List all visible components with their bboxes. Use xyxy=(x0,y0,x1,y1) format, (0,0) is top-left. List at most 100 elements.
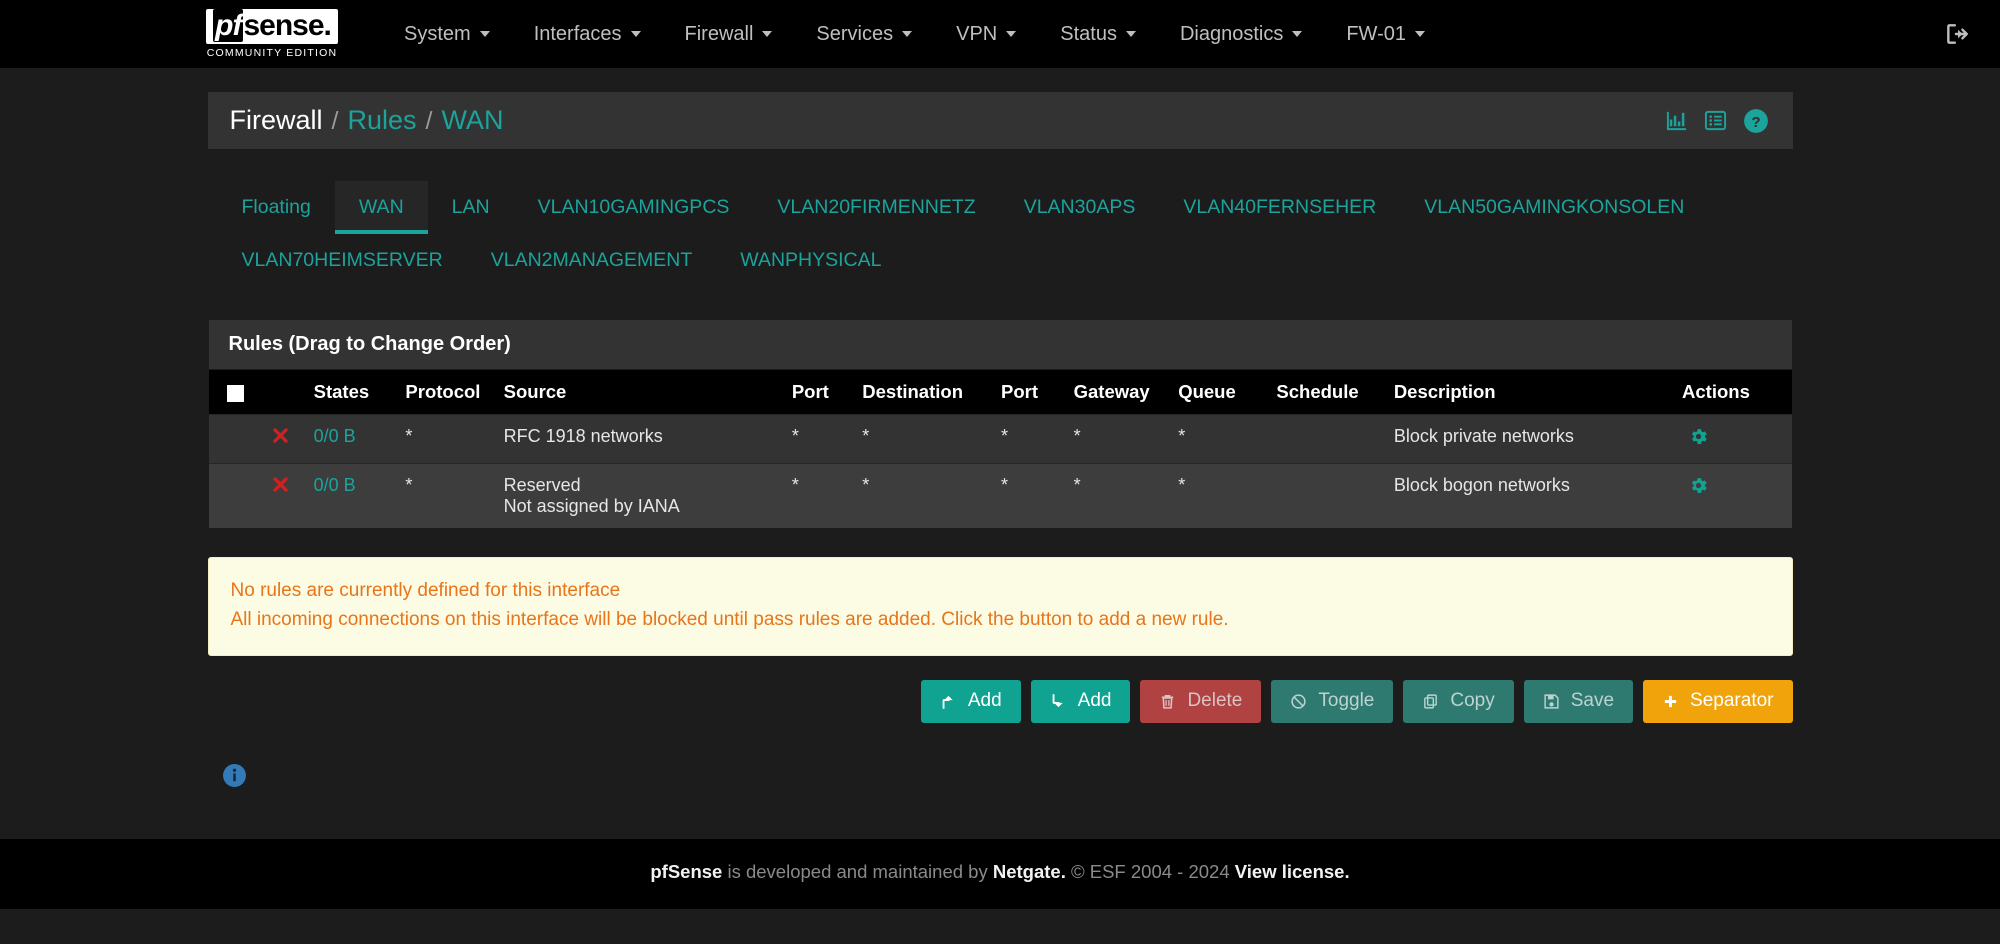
svg-text:?: ? xyxy=(1751,113,1760,130)
breadcrumb: Firewall / Rules / WAN xyxy=(230,105,504,136)
legend-info-row xyxy=(208,763,1793,793)
list-icon[interactable] xyxy=(1704,109,1727,132)
rule-states-cell: 0/0 B xyxy=(305,463,398,528)
table-row[interactable]: 0/0 B * Reserved Not assigned by IANA * … xyxy=(208,463,1792,528)
footer-company: Netgate. xyxy=(992,860,1066,882)
tab-vlan30aps[interactable]: VLAN30APS xyxy=(1000,181,1160,234)
column-header-action-icon xyxy=(254,370,306,415)
alert-line-2: All incoming connections on this interfa… xyxy=(230,609,1229,631)
nav-item-diagnostics[interactable]: Diagnostics xyxy=(1158,13,1324,56)
rule-source-cell: Reserved Not assigned by IANA xyxy=(495,463,784,528)
rule-destination-cell: * xyxy=(854,463,994,528)
rule-dest-port-cell: * xyxy=(993,414,1066,464)
add-rule-bottom-button[interactable]: Add xyxy=(1030,679,1131,723)
nav-item-interfaces[interactable]: Interfaces xyxy=(512,13,663,56)
column-header-actions: Actions xyxy=(1674,370,1792,415)
select-all-checkbox[interactable] xyxy=(226,384,244,402)
nav-label: VPN xyxy=(956,22,998,45)
nav-label: Diagnostics xyxy=(1179,22,1284,45)
add-rule-top-button[interactable]: Add xyxy=(920,679,1021,723)
gear-icon[interactable] xyxy=(1688,475,1709,496)
panel-title: Rules (Drag to Change Order) xyxy=(208,320,1792,370)
help-icon[interactable]: ? xyxy=(1743,108,1769,134)
nav-item-vpn[interactable]: VPN xyxy=(934,13,1038,56)
rule-schedule-cell xyxy=(1268,414,1386,464)
rule-queue-cell: * xyxy=(1170,463,1269,528)
tab-vlan50gamingkonsolen[interactable]: VLAN50GAMINGKONSOLEN xyxy=(1400,181,1708,234)
tab-floating[interactable]: Floating xyxy=(218,181,335,234)
tab-vlan40fernseher[interactable]: VLAN40FERNSEHER xyxy=(1159,181,1400,234)
nav-label: Interfaces xyxy=(533,22,622,45)
rule-destination-cell: * xyxy=(854,414,994,464)
chevron-down-icon xyxy=(1006,31,1017,37)
nav-item-services[interactable]: Services xyxy=(794,13,934,56)
table-row[interactable]: 0/0 B * RFC 1918 networks * * * * * Bloc… xyxy=(208,414,1792,464)
rule-actions-cell xyxy=(1674,463,1792,528)
nav-item-status[interactable]: Status xyxy=(1038,13,1158,56)
save-button[interactable]: Save xyxy=(1523,679,1634,723)
nav-item-firewall-host[interactable]: FW-01 xyxy=(1324,13,1447,56)
chevron-down-icon xyxy=(479,31,490,37)
arrow-up-icon xyxy=(942,695,953,709)
content-container: Firewall / Rules / WAN ? Floating WAN LA… xyxy=(207,68,1793,793)
rule-protocol-cell: * xyxy=(397,414,496,464)
view-license-link[interactable]: View license. xyxy=(1235,861,1350,882)
chevron-down-icon xyxy=(1292,31,1303,37)
rule-source-port-cell: * xyxy=(783,414,855,464)
footer-product: pfSense xyxy=(650,860,723,882)
tab-vlan10gamingpcs[interactable]: VLAN10GAMINGPCS xyxy=(514,181,754,234)
delete-button[interactable]: Delete xyxy=(1140,679,1262,723)
row-checkbox-cell xyxy=(208,414,255,464)
column-header-source: Source xyxy=(495,370,784,415)
tab-wan[interactable]: WAN xyxy=(334,181,428,234)
logout-button[interactable] xyxy=(1944,21,1970,47)
gear-icon[interactable] xyxy=(1688,426,1709,447)
column-header-description: Description xyxy=(1385,370,1675,415)
chevron-down-icon xyxy=(630,31,641,37)
rule-protocol-cell: * xyxy=(397,463,496,528)
tab-vlan2management[interactable]: VLAN2MANAGEMENT xyxy=(467,234,717,287)
chart-icon[interactable] xyxy=(1665,109,1688,132)
save-icon xyxy=(1544,694,1559,709)
tab-wanphysical[interactable]: WANPHYSICAL xyxy=(716,234,905,287)
page-footer: pfSense is developed and maintained by N… xyxy=(0,838,2000,909)
toggle-button[interactable]: Toggle xyxy=(1271,679,1394,723)
rule-source-port-cell: * xyxy=(783,463,855,528)
states-value[interactable]: 0/0 B xyxy=(314,475,356,495)
arrow-down-icon xyxy=(1052,693,1063,707)
column-header-protocol: Protocol xyxy=(397,370,496,415)
brand-pf: pf xyxy=(213,8,244,42)
pfsense-logo[interactable]: pfsense. COMMUNITY EDITION xyxy=(196,8,348,59)
tab-lan[interactable]: LAN xyxy=(428,181,514,234)
nav-item-firewall[interactable]: Firewall xyxy=(663,13,795,56)
page-header: Firewall / Rules / WAN ? xyxy=(207,92,1793,149)
tab-vlan20firmennetz[interactable]: VLAN20FIRMENNETZ xyxy=(753,181,999,234)
column-header-schedule: Schedule xyxy=(1268,370,1386,415)
source-line1: RFC 1918 networks xyxy=(503,426,663,446)
plus-icon xyxy=(1664,695,1677,707)
alert-line-1: No rules are currently defined for this … xyxy=(230,580,621,601)
top-navbar: pfsense. COMMUNITY EDITION System Interf… xyxy=(0,0,2000,68)
breadcrumb-firewall: Firewall xyxy=(229,105,323,135)
source-line1: Reserved xyxy=(503,475,581,495)
breadcrumb-wan[interactable]: WAN xyxy=(441,105,503,136)
copy-button[interactable]: Copy xyxy=(1403,679,1514,723)
header-icon-group: ? xyxy=(1665,108,1769,134)
nav-label: Firewall xyxy=(684,22,754,45)
button-label: Save xyxy=(1570,689,1615,711)
nav-label: FW-01 xyxy=(1346,22,1406,45)
logout-icon xyxy=(1947,24,1968,44)
action-button-bar: Add Add Delete Toggle Copy Save Separato… xyxy=(208,679,1793,723)
separator-button[interactable]: Separator xyxy=(1643,679,1793,723)
chevron-down-icon xyxy=(902,31,913,37)
nav-label: System xyxy=(404,22,471,45)
breadcrumb-rules[interactable]: Rules xyxy=(347,105,416,136)
rule-actions-cell xyxy=(1674,414,1792,464)
nav-item-system[interactable]: System xyxy=(382,13,512,56)
states-value[interactable]: 0/0 B xyxy=(314,426,356,446)
info-icon[interactable] xyxy=(222,763,247,792)
table-header: States Protocol Source Port Destination … xyxy=(208,370,1792,415)
button-label: Toggle xyxy=(1318,689,1375,711)
tab-vlan70heimserver[interactable]: VLAN70HEIMSERVER xyxy=(218,234,467,287)
rule-gateway-cell: * xyxy=(1065,414,1171,464)
